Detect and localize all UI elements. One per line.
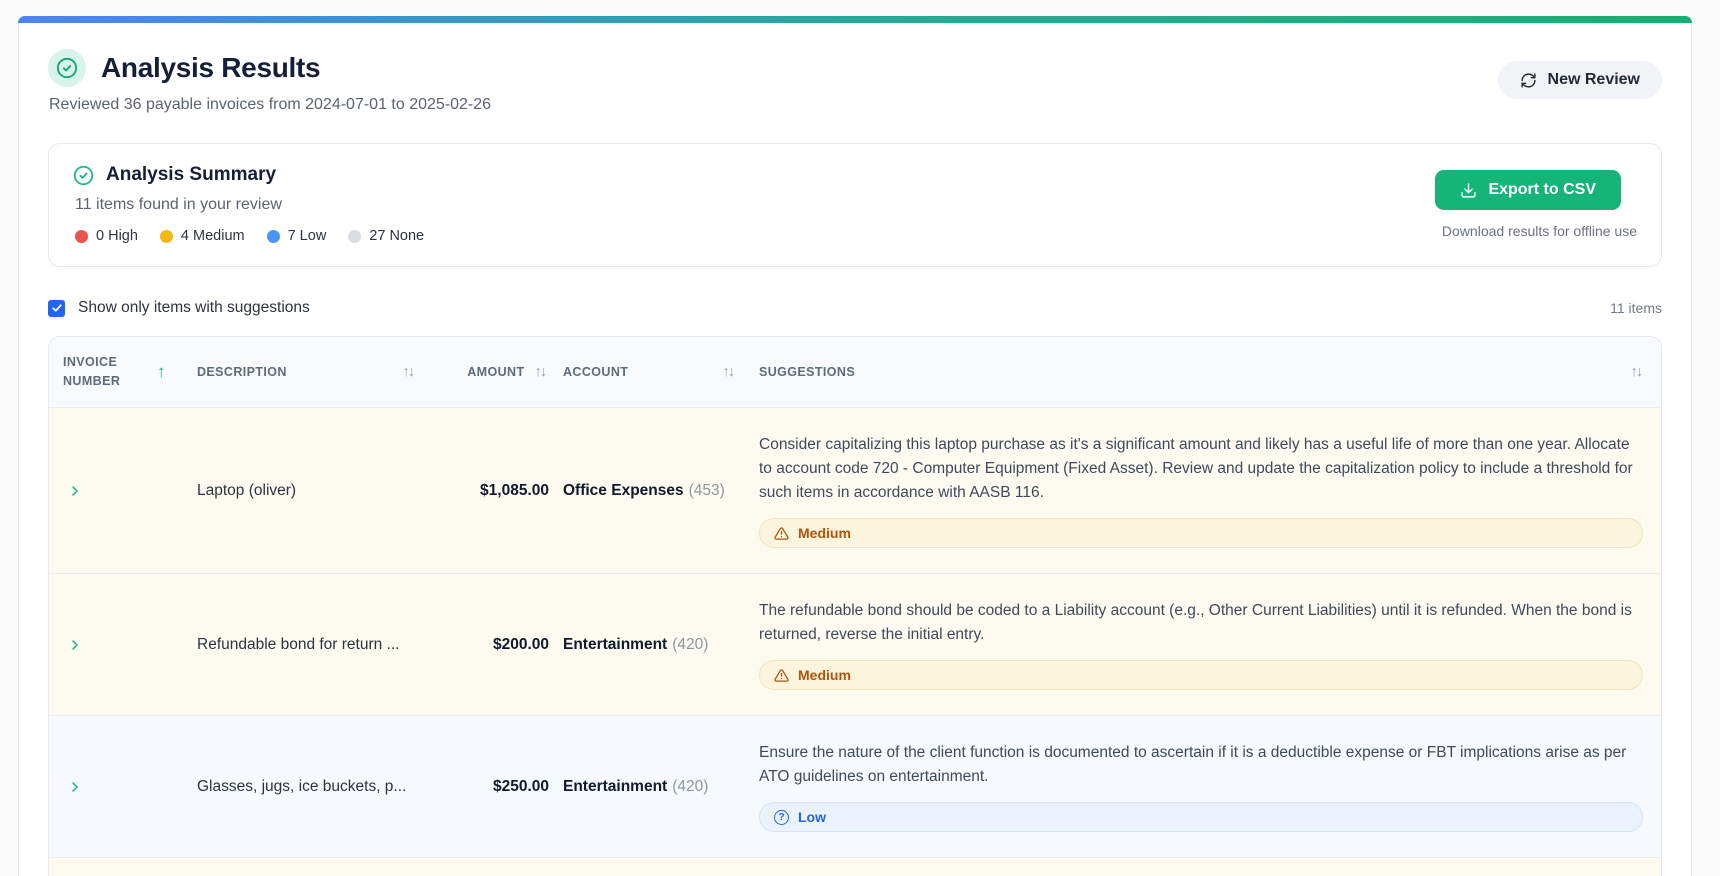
table-row: Laptop (oliver) $1,085.00 Office Expenses(… <box>49 407 1661 573</box>
severity-badge: ? Low <box>759 802 1643 832</box>
table-header-row: INVOICE NUMBER ↑ DESCRIPTION ↑↓ AMOUNT ↑… <box>49 337 1661 407</box>
show-suggestions-filter[interactable]: Show only items with suggestions <box>48 299 310 317</box>
page-header: Analysis Results Reviewed 36 payable inv… <box>48 23 1662 114</box>
sort-ascending-icon: ↑ <box>157 362 166 381</box>
severity-dot-icon <box>266 229 280 243</box>
severity-count-label: 4 Medium <box>180 228 245 244</box>
results-table: INVOICE NUMBER ↑ DESCRIPTION ↑↓ AMOUNT ↑… <box>48 336 1662 876</box>
column-label: AMOUNT <box>467 365 525 379</box>
summary-title: Analysis Summary <box>106 164 277 185</box>
severity-dot-icon <box>75 229 88 243</box>
account-name: Office Expenses <box>563 481 684 499</box>
account-cell: Office Expenses (453) <box>549 482 759 500</box>
severity-badge: Medium <box>759 518 1643 548</box>
table-row: Refundable bond for return ... $200.00 Ent… <box>49 573 1661 715</box>
description-cell: Refundable bond for return ... <box>197 635 400 653</box>
sort-icon: ↑↓ <box>1630 364 1643 380</box>
invoice-number-cell <box>49 777 189 797</box>
severity-badge-label: Medium <box>798 667 851 683</box>
export-csv-label: Export to CSV <box>1488 181 1596 198</box>
account-code: (420) <box>672 777 709 795</box>
export-csv-button[interactable]: Export to CSV <box>1435 170 1621 210</box>
suggestion-cell: The refundable bond should be coded to a… <box>759 574 1661 715</box>
table-row: Glasses, jugs, ice buckets, p... $250.00 E… <box>49 715 1661 857</box>
gradient-topbar <box>18 16 1692 23</box>
amount-cell: $200.00 <box>492 635 549 653</box>
check-circle-icon <box>73 165 94 186</box>
refresh-icon <box>1520 72 1537 89</box>
severity-count-label: 27 None <box>369 228 425 244</box>
new-review-label: New Review <box>1547 71 1640 88</box>
export-caption: Download results for offline use <box>1441 223 1637 239</box>
column-header-amount[interactable]: AMOUNT ↑↓ <box>429 364 549 380</box>
expand-row-chevron-icon[interactable] <box>65 481 85 501</box>
analysis-summary-card: Analysis Summary 11 items found in your … <box>48 143 1662 267</box>
summary-right: Export to CSV Download results for offli… <box>1435 164 1637 239</box>
table-body: Laptop (oliver) $1,085.00 Office Expenses(… <box>49 407 1661 876</box>
help-circle-icon: ? <box>774 809 789 825</box>
summary-items-found: 11 items found in your review <box>75 196 282 213</box>
main-container: Analysis Results Reviewed 36 payable inv… <box>18 23 1692 876</box>
sort-icon: ↑↓ <box>402 364 415 380</box>
amount-cell: $250.00 <box>492 777 549 795</box>
success-check-circle-icon <box>48 49 86 87</box>
suggestion-cell: Consider capitalizing this laptop purcha… <box>759 408 1661 573</box>
description-cell: Glasses, jugs, ice buckets, p... <box>197 777 407 795</box>
warning-triangle-icon <box>774 526 789 541</box>
account-cell: Entertainment (420) <box>549 778 759 796</box>
column-header-invoice-number[interactable]: INVOICE NUMBER ↑ <box>49 353 189 392</box>
account-cell: Entertainment (420) <box>549 636 759 654</box>
suggestion-text: The refundable bond should be coded to a… <box>759 602 1632 643</box>
page-subtitle: Reviewed 36 payable invoices from 2024-0… <box>49 96 492 113</box>
column-header-account[interactable]: ACCOUNT ↑↓ <box>549 364 759 380</box>
account-name: Entertainment <box>563 777 668 795</box>
sort-icon: ↑↓ <box>534 364 547 380</box>
page-title: Analysis Results <box>101 52 321 83</box>
severity-counts: 0 High 4 Medium 7 Low 27 None <box>75 228 424 244</box>
account-code: (420) <box>672 635 709 653</box>
severity-badge-label: Medium <box>798 525 851 541</box>
column-label: INVOICE NUMBER <box>63 354 121 388</box>
page-header-left: Analysis Results Reviewed 36 payable inv… <box>48 49 491 114</box>
sort-icon: ↑↓ <box>722 364 735 380</box>
severity-count-label: 7 Low <box>287 228 327 244</box>
column-label: ACCOUNT <box>563 365 629 379</box>
account-name: Entertainment <box>563 635 668 653</box>
expand-row-chevron-icon[interactable] <box>65 635 85 655</box>
severity-dot-icon <box>159 229 173 243</box>
invoice-number-cell <box>49 635 189 655</box>
warning-triangle-icon <box>774 668 789 683</box>
severity-count: 7 Low <box>266 228 327 244</box>
table-row-partial <box>49 857 1661 876</box>
checkbox-checked-icon[interactable] <box>48 299 65 317</box>
account-code: (453) <box>688 481 725 499</box>
severity-dot-icon <box>348 229 362 243</box>
items-count: 11 items <box>1610 300 1662 316</box>
column-header-description[interactable]: DESCRIPTION ↑↓ <box>189 364 429 380</box>
invoice-number-cell <box>49 481 189 501</box>
expand-row-chevron-icon[interactable] <box>65 777 85 797</box>
filter-label: Show only items with suggestions <box>78 299 310 316</box>
new-review-button[interactable]: New Review <box>1497 61 1662 99</box>
description-cell: Laptop (oliver) <box>197 481 297 499</box>
severity-badge: Medium <box>759 660 1643 690</box>
download-icon <box>1460 182 1477 199</box>
severity-count: 27 None <box>348 228 424 244</box>
suggestion-cell: Ensure the nature of the client function… <box>759 716 1661 857</box>
suggestion-text: Ensure the nature of the client function… <box>759 744 1627 785</box>
column-label: DESCRIPTION <box>197 365 287 379</box>
summary-left: Analysis Summary 11 items found in your … <box>73 164 424 244</box>
amount-cell: $1,085.00 <box>480 481 549 499</box>
severity-count-label: 0 High <box>96 228 138 244</box>
column-header-suggestions[interactable]: SUGGESTIONS ↑↓ <box>759 364 1661 380</box>
filter-row: Show only items with suggestions 11 item… <box>48 299 1662 317</box>
severity-count: 0 High <box>75 228 138 244</box>
column-label: SUGGESTIONS <box>759 365 856 379</box>
suggestion-text: Consider capitalizing this laptop purcha… <box>759 436 1633 501</box>
severity-count: 4 Medium <box>159 228 245 244</box>
severity-badge-label: Low <box>798 809 826 825</box>
